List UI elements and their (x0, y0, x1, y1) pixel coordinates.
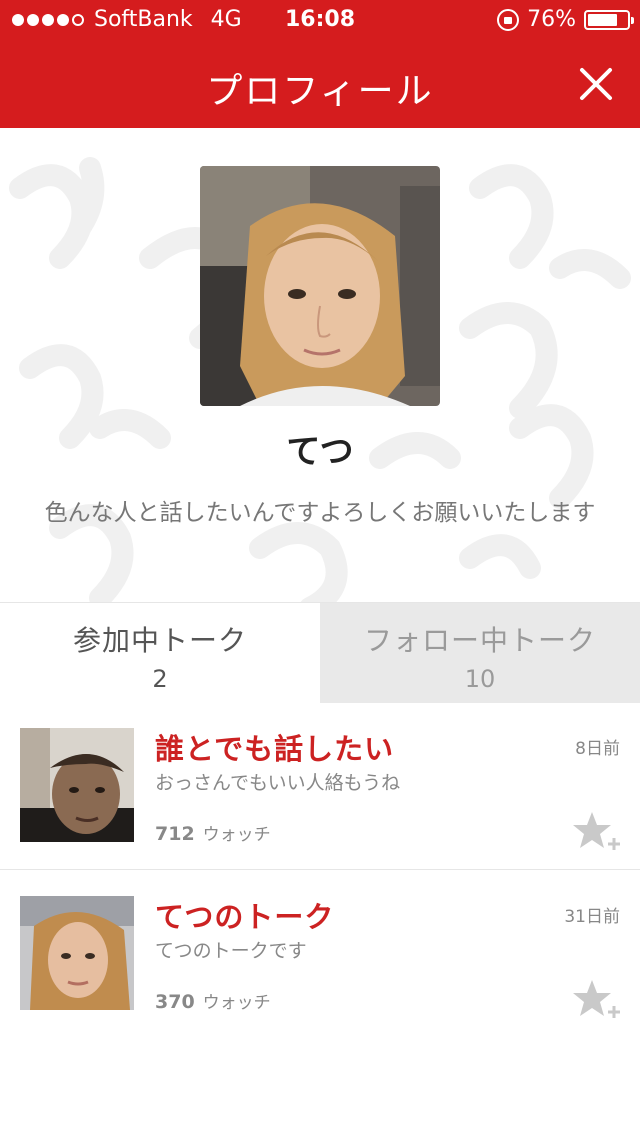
thumbnail-image (20, 728, 134, 842)
star-plus-icon[interactable] (572, 978, 622, 1020)
profile-section: てつ 色んな人と話したいんですよろしくお願いいたします (0, 128, 640, 602)
list-item[interactable]: 誰とでも話したい おっさんでもいい人絡もうね 8日前 712 ウォッチ (0, 702, 640, 870)
nav-bar: プロフィール (0, 40, 640, 128)
rotation-lock-icon (497, 8, 520, 31)
watch-label: ウォッチ (202, 825, 271, 845)
page-title: プロフィール (206, 71, 434, 112)
watch-number: 370 (155, 991, 195, 1013)
talk-title: てつのトーク (155, 900, 335, 934)
battery-fill (588, 13, 617, 26)
avatar-image (200, 166, 440, 406)
battery-icon (584, 9, 634, 30)
tab-bar: 参加中トーク 2 フォロー中トーク 10 (0, 602, 640, 703)
talk-thumbnail (20, 728, 134, 842)
tab-label: 参加中トーク (72, 624, 247, 657)
watch-label: ウォッチ (202, 993, 271, 1013)
watch-count: 712 ウォッチ (155, 820, 271, 845)
talk-subtitle: てつのトークです (155, 940, 307, 962)
tab-joined-talks[interactable]: 参加中トーク 2 (0, 603, 320, 703)
talk-thumbnail (20, 896, 134, 1010)
tab-label: フォロー中トーク (363, 624, 596, 657)
talk-subtitle: おっさんでもいい人絡もうね (155, 772, 401, 794)
talk-list: 誰とでも話したい おっさんでもいい人絡もうね 8日前 712 ウォッチ てつのト… (0, 702, 640, 1038)
watch-count: 370 ウォッチ (155, 988, 271, 1013)
star-plus-icon[interactable] (572, 810, 622, 852)
tab-count: 10 (464, 665, 496, 693)
thumbnail-image (20, 896, 134, 1010)
tab-count: 2 (152, 665, 168, 693)
profile-name: てつ (286, 432, 354, 472)
tab-following-talks[interactable]: フォロー中トーク 10 (320, 603, 640, 703)
status-right: 76% (497, 7, 634, 32)
talk-date: 31日前 (564, 907, 620, 927)
list-item[interactable]: てつのトーク てつのトークです 31日前 370 ウォッチ (0, 870, 640, 1038)
talk-date: 8日前 (575, 739, 620, 759)
status-bar: SoftBank 4G 16:08 76% (0, 0, 640, 40)
battery-percent: 76% (527, 7, 576, 32)
profile-bio: 色んな人と話したいんですよろしくお願いいたします (44, 500, 596, 526)
talk-title: 誰とでも話したい (155, 732, 395, 766)
watch-number: 712 (155, 823, 195, 845)
close-icon[interactable] (576, 64, 616, 104)
header: SoftBank 4G 16:08 76% プロフィール (0, 0, 640, 128)
profile-avatar (200, 166, 440, 406)
